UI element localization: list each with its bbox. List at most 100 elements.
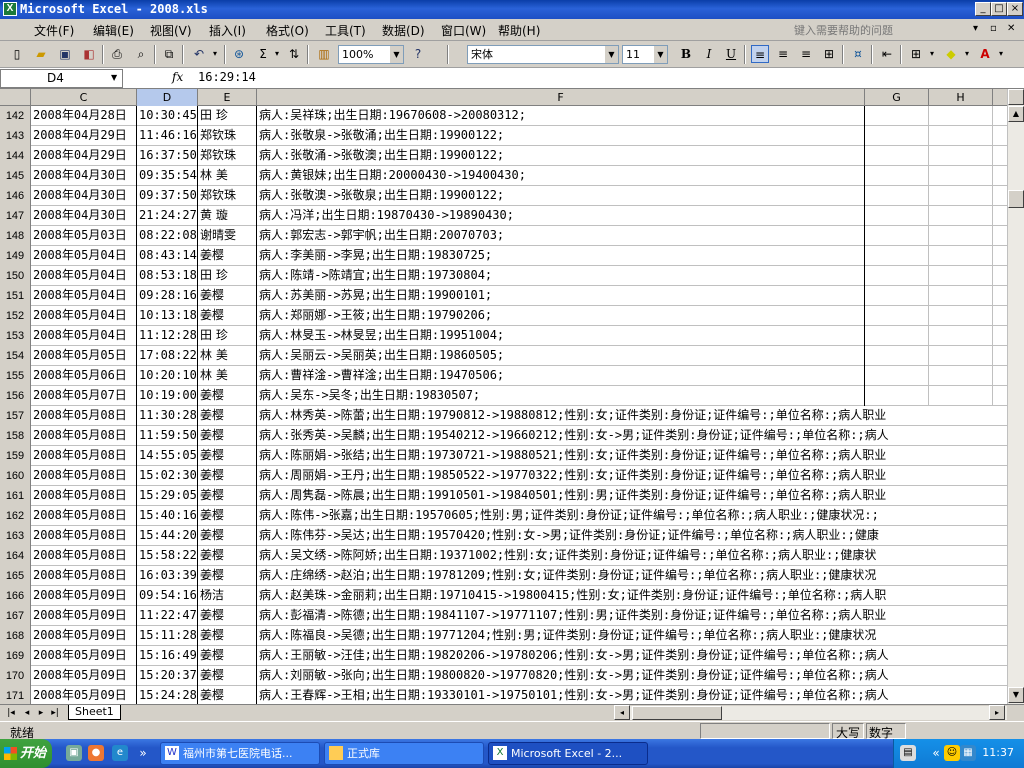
vertical-scrollbar[interactable]: ▲ ▼ [1007, 89, 1024, 704]
cell-detail[interactable]: 病人:赵美珠->金丽莉;出生日期:19710415->19800415;性别:女… [257, 586, 1007, 606]
cell-time[interactable]: 10:30:45 [137, 106, 198, 126]
cell-detail[interactable]: 病人:冯洋;出生日期:19870430->19890430; [257, 206, 865, 226]
cell-time[interactable]: 11:46:16 [137, 126, 198, 146]
cell-operator[interactable]: 姜樱 [198, 426, 257, 446]
row-header[interactable]: 160 [0, 466, 31, 486]
help-search-box[interactable]: 键入需要帮助的问题 [794, 22, 970, 38]
empty-cell[interactable] [929, 286, 993, 306]
cell-operator[interactable]: 姜樱 [198, 486, 257, 506]
menu-window[interactable]: 窗口(W) [441, 22, 486, 39]
row-header[interactable]: 153 [0, 326, 31, 346]
next-sheet-icon[interactable]: ▸ [34, 706, 48, 720]
scroll-left-icon[interactable]: ◂ [614, 705, 630, 720]
keyboard-icon[interactable]: ▤ [900, 745, 916, 761]
row-header[interactable]: 147 [0, 206, 31, 226]
row-header[interactable]: 152 [0, 306, 31, 326]
cell-date[interactable]: 2008年05月04日 [31, 246, 137, 266]
autosum-dropdown-icon[interactable]: ▾ [268, 45, 286, 63]
row-header[interactable]: 145 [0, 166, 31, 186]
row-header[interactable]: 164 [0, 546, 31, 566]
cell-time[interactable]: 10:20:10 [137, 366, 198, 386]
cell-time[interactable]: 15:16:49 [137, 646, 198, 666]
cell-operator[interactable]: 田 珍 [198, 106, 257, 126]
column-header-d[interactable]: D [137, 89, 198, 106]
split-box[interactable] [1008, 89, 1024, 105]
cell-detail[interactable]: 病人:张敬涌->张敬澳;出生日期:19900122; [257, 146, 865, 166]
qq-icon[interactable]: ☺ [944, 745, 960, 761]
open-icon[interactable]: ▰ [32, 45, 50, 63]
ie-icon[interactable]: e [112, 745, 128, 761]
cell-operator[interactable]: 姜樱 [198, 546, 257, 566]
cell-detail[interactable]: 病人:郭宏志->郭宇帆;出生日期:20070703; [257, 226, 865, 246]
maximize-button[interactable]: □ [991, 2, 1007, 16]
cell-time[interactable]: 15:44:20 [137, 526, 198, 546]
doc-restore-icon[interactable]: ▫ [990, 23, 997, 34]
column-header-e[interactable]: E [198, 89, 257, 106]
empty-cell[interactable] [929, 106, 993, 126]
cell-time[interactable]: 10:19:00 [137, 386, 198, 406]
cell-operator[interactable]: 姜樱 [198, 606, 257, 626]
cell-time[interactable]: 11:59:50 [137, 426, 198, 446]
cell-time[interactable]: 15:11:28 [137, 626, 198, 646]
cell-date[interactable]: 2008年05月04日 [31, 286, 137, 306]
cell-operator[interactable]: 姜樱 [198, 526, 257, 546]
cell-date[interactable]: 2008年05月08日 [31, 406, 137, 426]
borders-dropdown-icon[interactable]: ▾ [923, 45, 941, 63]
cell-date[interactable]: 2008年04月30日 [31, 186, 137, 206]
cell-operator[interactable]: 林 美 [198, 346, 257, 366]
menu-view[interactable]: 视图(V) [150, 22, 192, 39]
italic-button[interactable]: I [700, 45, 718, 63]
chevron-down-icon[interactable]: ▼ [111, 73, 117, 82]
empty-cell[interactable] [865, 186, 929, 206]
merge-center-icon[interactable]: ⊞ [820, 45, 838, 63]
doc-close-icon[interactable]: ✕ [1007, 23, 1015, 34]
row-header[interactable]: 151 [0, 286, 31, 306]
cell-detail[interactable]: 病人:张敬泉->张敬涌;出生日期:19900122; [257, 126, 865, 146]
cell-detail[interactable]: 病人:吴丽云->吴丽英;出生日期:19860505; [257, 346, 865, 366]
column-header-f[interactable]: F [257, 89, 865, 106]
font-color-dropdown-icon[interactable]: ▾ [992, 45, 1010, 63]
help-icon[interactable]: ? [409, 45, 427, 63]
cell-operator[interactable]: 林 美 [198, 166, 257, 186]
row-header[interactable]: 148 [0, 226, 31, 246]
cell-operator[interactable]: 姜樱 [198, 666, 257, 686]
empty-cell[interactable] [865, 126, 929, 146]
row-header[interactable]: 167 [0, 606, 31, 626]
cell-date[interactable]: 2008年04月28日 [31, 106, 137, 126]
cell-date[interactable]: 2008年04月29日 [31, 146, 137, 166]
cell-time[interactable]: 15:58:22 [137, 546, 198, 566]
cell-time[interactable]: 11:22:47 [137, 606, 198, 626]
cell-operator[interactable]: 姜樱 [198, 286, 257, 306]
cell-time[interactable]: 11:12:28 [137, 326, 198, 346]
bold-button[interactable]: B [677, 45, 695, 63]
select-all-corner[interactable] [0, 89, 31, 106]
cell-time[interactable]: 08:53:18 [137, 266, 198, 286]
desktop-icon[interactable]: ▣ [66, 745, 82, 761]
task-excel[interactable]: X Microsoft Excel - 2... [488, 742, 648, 765]
cell-detail[interactable]: 病人:陈伟芬->吴达;出生日期:19570420;性别:女->男;证件类别:身份… [257, 526, 1007, 546]
scroll-up-icon[interactable]: ▲ [1008, 106, 1024, 122]
empty-cell[interactable] [929, 146, 993, 166]
cell-date[interactable]: 2008年05月08日 [31, 506, 137, 526]
horizontal-scroll-thumb[interactable] [632, 706, 722, 720]
cell-detail[interactable]: 病人:黄银妹;出生日期:20000430->19400430; [257, 166, 865, 186]
row-header[interactable]: 161 [0, 486, 31, 506]
hyperlink-icon[interactable]: ⊛ [230, 45, 248, 63]
chart-wizard-icon[interactable]: ▥ [315, 45, 333, 63]
empty-cell[interactable] [929, 246, 993, 266]
cell-date[interactable]: 2008年04月30日 [31, 166, 137, 186]
cell-detail[interactable]: 病人:李美丽->李晃;出生日期:19830725; [257, 246, 865, 266]
zoom-select[interactable]: 100% ▼ [338, 45, 404, 64]
doc-minimize-icon[interactable]: ▾ [973, 23, 978, 34]
cell-operator[interactable]: 姜樱 [198, 686, 257, 704]
cell-time[interactable]: 15:20:37 [137, 666, 198, 686]
empty-cell[interactable] [865, 266, 929, 286]
sheet-tab[interactable]: Sheet1 [68, 705, 121, 720]
cell-date[interactable]: 2008年05月08日 [31, 486, 137, 506]
row-header[interactable]: 143 [0, 126, 31, 146]
menu-insert[interactable]: 插入(I) [209, 22, 246, 39]
cell-time[interactable]: 11:30:28 [137, 406, 198, 426]
empty-cell[interactable] [865, 306, 929, 326]
empty-cell[interactable] [865, 146, 929, 166]
cell-time[interactable]: 17:08:22 [137, 346, 198, 366]
